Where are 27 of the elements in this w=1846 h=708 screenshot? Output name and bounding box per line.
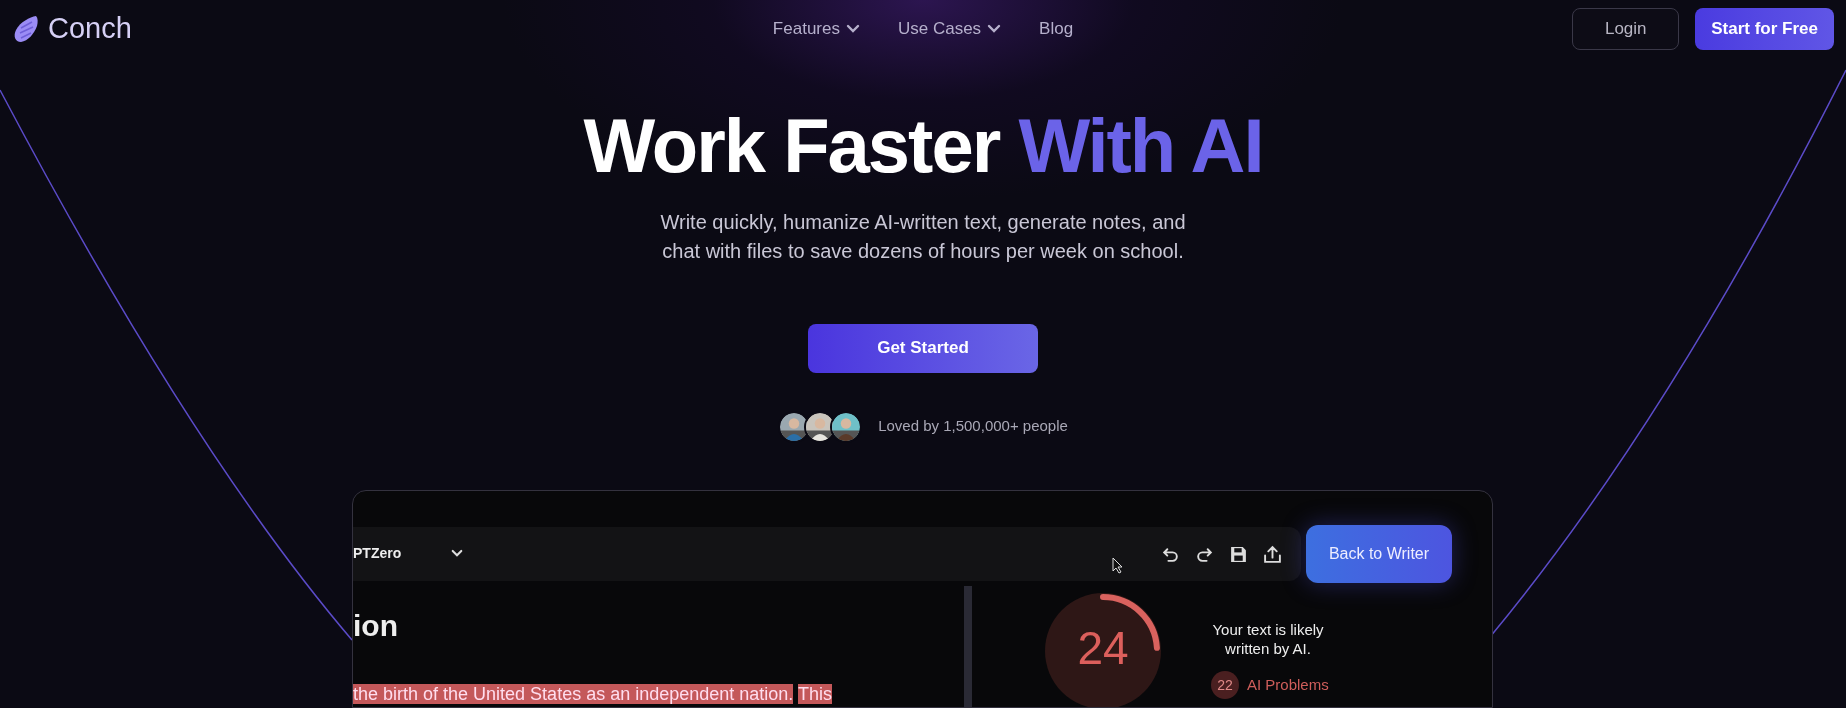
back-to-writer-button[interactable]: Back to Writer [1306,525,1452,583]
cursor-icon [1112,557,1124,574]
login-button[interactable]: Login [1572,8,1680,50]
chevron-down-icon [987,24,1002,34]
hero-title: Work Faster With AI [582,104,1264,188]
chevron-down-icon [845,24,860,34]
score-value: 24 [1076,625,1130,671]
shell-icon [12,14,40,44]
upload-icon[interactable] [1263,545,1282,564]
get-started-button[interactable]: Get Started [808,323,1038,373]
undo-icon[interactable] [1161,545,1180,564]
redo-icon[interactable] [1195,545,1214,564]
nav-link[interactable]: Use Cases [897,16,1002,42]
problems-label[interactable]: AI Problems [1247,674,1329,697]
hero-subtitle: Write quickly, humanize AI-written text, generate notes, and chat with files to save dozens of hours per week on school. [659,209,1187,264]
document-heading: ion [353,608,398,644]
verdict-text: Your text is likely written by AI. [1211,621,1325,659]
save-icon[interactable] [1229,545,1248,564]
chevron-down-icon [451,549,463,558]
social-proof-text: Loved by 1,500,000+ people [878,416,1068,437]
problem-count: 22 [1211,671,1239,699]
nav-link[interactable]: Features [772,16,860,42]
detector-select[interactable]: PTZero [353,543,463,564]
nav-link[interactable]: Blog [1039,16,1074,42]
highlighted-text: the birth of the United States as an independent nation. This [353,683,833,706]
start-button[interactable]: Start for Free [1695,8,1834,50]
logo-text[interactable]: Conch [48,7,132,51]
